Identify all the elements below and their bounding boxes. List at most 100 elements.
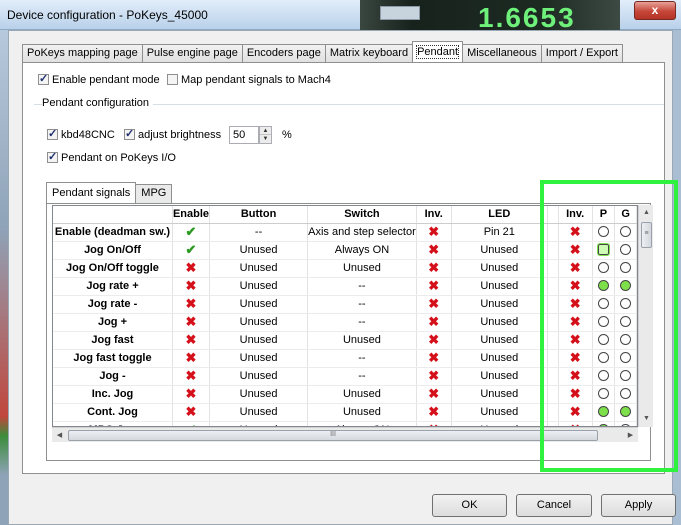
- column-header[interactable]: [547, 206, 559, 224]
- radio-indicator[interactable]: [597, 388, 609, 399]
- scroll-right-icon[interactable]: ▶: [623, 428, 638, 443]
- checkmark-icon[interactable]: ✔: [186, 224, 197, 239]
- radio-indicator[interactable]: [597, 316, 609, 327]
- radio-cell[interactable]: [614, 385, 637, 404]
- map-mach4-box[interactable]: [167, 74, 178, 85]
- red-x-icon[interactable]: ✖: [570, 404, 581, 419]
- radio-cell[interactable]: [592, 331, 616, 350]
- signal-name-cell[interactable]: Jog On/Off toggle: [53, 259, 173, 278]
- toggle-cell[interactable]: ✖: [416, 241, 452, 260]
- table-row[interactable]: Jog rate + ✖ Unused -- ✖ Unused ✖: [53, 277, 637, 296]
- pendant-on-pokeys-checkbox[interactable]: Pendant on PoKeys I/O: [47, 150, 176, 164]
- led-cell[interactable]: Unused: [451, 403, 548, 422]
- signal-name-cell[interactable]: Inc. Jog: [53, 385, 173, 404]
- toggle-cell[interactable]: ✖: [416, 385, 452, 404]
- led-cell[interactable]: Unused: [451, 385, 548, 404]
- red-x-icon[interactable]: ✖: [428, 296, 439, 311]
- button-cell[interactable]: Unused: [209, 295, 309, 314]
- grid-vertical-scrollbar[interactable]: ▲ ≡ ▼: [638, 205, 653, 427]
- toggle-cell[interactable]: ✔: [172, 223, 211, 242]
- toggle-cell[interactable]: ✖: [558, 349, 593, 368]
- red-x-icon[interactable]: ✖: [186, 260, 197, 275]
- radio-indicator[interactable]: [620, 406, 632, 417]
- radio-indicator[interactable]: [597, 298, 609, 309]
- radio-cell[interactable]: [592, 295, 616, 314]
- column-header[interactable]: Button: [209, 206, 309, 224]
- radio-indicator[interactable]: [597, 370, 609, 381]
- button-cell[interactable]: Unused: [209, 367, 309, 386]
- led-cell[interactable]: Unused: [451, 367, 548, 386]
- red-x-icon[interactable]: ✖: [186, 332, 197, 347]
- led-cell[interactable]: Unused: [451, 277, 548, 296]
- red-x-icon[interactable]: ✖: [428, 332, 439, 347]
- switch-cell[interactable]: Unused: [307, 403, 417, 422]
- red-x-icon[interactable]: ✖: [570, 350, 581, 365]
- radio-indicator[interactable]: [620, 334, 632, 345]
- column-header[interactable]: G: [614, 206, 637, 224]
- tab-pokeys-mapping-page[interactable]: PoKeys mapping page: [22, 44, 143, 62]
- led-cell[interactable]: Unused: [451, 349, 548, 368]
- red-x-icon[interactable]: ✖: [570, 368, 581, 383]
- grid-horizontal-scrollbar[interactable]: ◀ III ▶: [52, 427, 638, 442]
- apply-button[interactable]: Apply: [601, 494, 676, 517]
- radio-cell[interactable]: [614, 295, 637, 314]
- column-header[interactable]: Inv.: [558, 206, 593, 224]
- switch-cell[interactable]: --: [307, 295, 417, 314]
- red-x-icon[interactable]: ✖: [570, 296, 581, 311]
- toggle-cell[interactable]: ✖: [416, 367, 452, 386]
- toggle-cell[interactable]: ✖: [558, 223, 593, 242]
- tab-miscellaneous[interactable]: Miscellaneous: [462, 44, 542, 62]
- scroll-down-icon[interactable]: ▼: [639, 411, 654, 427]
- toggle-cell[interactable]: ✖: [558, 331, 593, 350]
- switch-cell[interactable]: Unused: [307, 259, 417, 278]
- button-cell[interactable]: Unused: [209, 277, 309, 296]
- toggle-cell[interactable]: ✖: [416, 259, 452, 278]
- radio-cell[interactable]: [614, 349, 637, 368]
- ok-button[interactable]: OK: [432, 494, 507, 517]
- red-x-icon[interactable]: ✖: [428, 260, 439, 275]
- tab-matrix-keyboard[interactable]: Matrix keyboard: [324, 44, 414, 62]
- led-cell[interactable]: Unused: [451, 313, 548, 332]
- led-cell[interactable]: Unused: [451, 241, 548, 260]
- brightness-spinner[interactable]: ▲ ▼: [259, 126, 272, 144]
- toggle-cell[interactable]: ✖: [416, 403, 452, 422]
- button-cell[interactable]: --: [209, 223, 309, 242]
- table-row[interactable]: Jog fast toggle ✖ Unused -- ✖ Unused ✖: [53, 349, 637, 368]
- scroll-left-icon[interactable]: ◀: [52, 428, 67, 443]
- toggle-cell[interactable]: ✖: [172, 259, 211, 278]
- toggle-cell[interactable]: ✖: [416, 223, 452, 242]
- radio-cell[interactable]: [592, 277, 616, 296]
- toggle-cell[interactable]: ✖: [416, 349, 452, 368]
- led-cell[interactable]: Pin 21: [451, 223, 548, 242]
- table-row[interactable]: Cont. Jog ✖ Unused Unused ✖ Unused ✖: [53, 403, 637, 422]
- radio-indicator[interactable]: [597, 262, 609, 273]
- toggle-cell[interactable]: ✖: [558, 403, 593, 422]
- led-cell[interactable]: Unused: [451, 295, 548, 314]
- vertical-scroll-thumb[interactable]: ≡: [641, 222, 652, 248]
- table-row[interactable]: Jog fast ✖ Unused Unused ✖ Unused ✖: [53, 331, 637, 350]
- toggle-cell[interactable]: ✖: [416, 277, 452, 296]
- radio-indicator[interactable]: [620, 316, 632, 327]
- spin-down-icon[interactable]: ▼: [260, 135, 271, 143]
- toggle-cell[interactable]: ✖: [558, 313, 593, 332]
- radio-cell[interactable]: [614, 277, 637, 296]
- button-cell[interactable]: Unused: [209, 313, 309, 332]
- toggle-cell[interactable]: ✖: [172, 295, 211, 314]
- switch-cell[interactable]: Unused: [307, 385, 417, 404]
- radio-cell[interactable]: [614, 331, 637, 350]
- toggle-cell[interactable]: ✖: [172, 349, 211, 368]
- close-button[interactable]: x: [634, 1, 676, 20]
- adjust-brightness-checkbox[interactable]: adjust brightness: [124, 127, 221, 141]
- radio-cell[interactable]: [592, 313, 616, 332]
- signal-name-cell[interactable]: Jog On/Off: [53, 241, 173, 260]
- radio-cell[interactable]: [592, 259, 616, 278]
- button-cell[interactable]: Unused: [209, 241, 309, 260]
- tab-encoders-page[interactable]: Encoders page: [241, 44, 326, 62]
- inner-tab-pendant-signals[interactable]: Pendant signals: [46, 182, 137, 203]
- red-x-icon[interactable]: ✖: [186, 314, 197, 329]
- tab-pendant[interactable]: Pendant: [412, 41, 464, 62]
- radio-indicator[interactable]: [620, 280, 632, 291]
- red-x-icon[interactable]: ✖: [570, 278, 581, 293]
- radio-cell[interactable]: [592, 403, 616, 422]
- button-cell[interactable]: Unused: [209, 331, 309, 350]
